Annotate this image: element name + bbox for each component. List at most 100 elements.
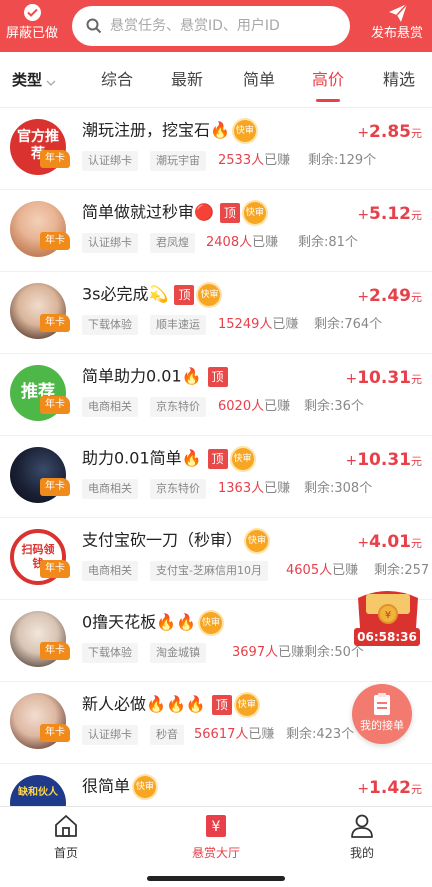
task-tag: 君凤煌 xyxy=(150,233,195,253)
task-tag: 支付宝-芝麻信用10月 xyxy=(150,561,268,581)
block-done-button[interactable]: 屏蔽已做 xyxy=(0,0,64,52)
top-badge: 顶 xyxy=(219,202,240,223)
home-icon xyxy=(53,813,79,839)
remaining-count: 剩余:81个 xyxy=(298,235,358,250)
red-packet-icon: ¥ xyxy=(358,591,418,628)
reward-price: +2.49元 xyxy=(357,286,422,306)
top-badge: 顶 xyxy=(207,448,228,469)
publish-reward-button[interactable]: 发布悬赏 xyxy=(362,0,432,52)
fast-review-badge: 快审 xyxy=(246,529,269,552)
year-card-badge: 年卡 xyxy=(40,478,70,496)
svg-text:¥: ¥ xyxy=(212,819,221,835)
avatar-text: 缺和伙人 xyxy=(18,787,58,798)
remaining-count: 剩余:764个 xyxy=(314,317,383,332)
earned-count: 4605人已赚 xyxy=(286,563,359,578)
clipboard-icon xyxy=(372,692,392,720)
tab-high-price[interactable]: 高价 xyxy=(311,69,345,91)
year-card-badge: 年卡 xyxy=(40,150,70,168)
reward-price: +1.42元 xyxy=(357,778,422,798)
year-card-badge: 年卡 xyxy=(40,396,70,414)
earned-count: 15249人已赚 xyxy=(218,317,299,332)
fast-review-badge: 快审 xyxy=(233,119,256,142)
tab-comprehensive[interactable]: 综合 xyxy=(100,69,134,91)
task-tag: 电商相关 xyxy=(82,397,138,417)
app-page: 屏蔽已做 悬赏任务、悬赏ID、用户ID 发布悬赏 类型 综合 最新 简单 高价 … xyxy=(0,0,432,887)
task-item[interactable]: 官方推荐 年卡 潮玩注册，挖宝石🔥 快审 认证绑卡 潮玩宇宙 2533人已赚 剩余… xyxy=(0,108,432,190)
remaining-count: 剩余:257 xyxy=(374,563,430,578)
tab-simple[interactable]: 简单 xyxy=(242,69,276,91)
task-item[interactable]: 缺和伙人 很简单 快审 +1.42元 xyxy=(0,764,432,806)
nav-home[interactable]: 首页 xyxy=(26,813,106,861)
fast-review-badge: 快审 xyxy=(243,201,266,224)
type-filter-dropdown[interactable]: 类型 xyxy=(12,70,56,91)
task-tag: 下载体验 xyxy=(82,315,138,335)
chevron-down-icon xyxy=(46,71,56,91)
nav-mine[interactable]: 我的 xyxy=(322,813,402,861)
task-tag: 京东特价 xyxy=(150,397,206,417)
task-item[interactable]: 年卡 3s必完成💫 顶快审 下载体验 顺丰速运 15249人已赚 剩余:764个 … xyxy=(0,272,432,354)
task-title: 潮玩注册，挖宝石🔥 快审 xyxy=(82,119,256,142)
task-tag: 顺丰速运 xyxy=(150,315,206,335)
earned-count: 1363人已赚 xyxy=(218,481,291,496)
year-card-badge: 年卡 xyxy=(40,560,70,578)
reward-price: +5.12元 xyxy=(357,204,422,224)
my-orders-button[interactable]: 我的接单 xyxy=(352,684,412,744)
avatar: 缺和伙人 xyxy=(10,775,66,806)
nav-reward-hall[interactable]: ¥ 悬赏大厅 xyxy=(176,813,256,861)
year-card-badge: 年卡 xyxy=(40,232,70,250)
fast-review-badge: 快审 xyxy=(134,775,157,798)
home-indicator xyxy=(147,876,285,881)
task-tag: 下载体验 xyxy=(82,643,138,663)
search-placeholder: 悬赏任务、悬赏ID、用户ID xyxy=(110,18,280,34)
paper-plane-icon xyxy=(388,3,408,27)
remaining-count: 剩余:308个 xyxy=(304,481,373,496)
countdown-timer: 06:58:36 xyxy=(354,628,420,646)
fast-review-badge: 快审 xyxy=(231,447,254,470)
task-tag: 电商相关 xyxy=(82,479,138,499)
task-item[interactable]: 推荐 年卡 简单助力0.01🔥 顶 电商相关 京东特价 6020人已赚 剩余:36… xyxy=(0,354,432,436)
task-title: 简单助力0.01🔥 顶 xyxy=(82,365,228,388)
bottom-nav: 首页 ¥ 悬赏大厅 我的 xyxy=(0,806,432,887)
nav-mine-label: 我的 xyxy=(349,846,374,860)
year-card-badge: 年卡 xyxy=(40,314,70,332)
task-title: 3s必完成💫 顶快审 xyxy=(82,283,221,306)
filter-tabs: 类型 综合 最新 简单 高价 精选 xyxy=(0,52,432,108)
task-title: 助力0.01简单🔥 顶快审 xyxy=(82,447,254,470)
remaining-count: 剩余:423个 xyxy=(286,727,355,742)
profile-icon xyxy=(349,813,375,839)
reward-price: +10.31元 xyxy=(345,368,422,388)
earned-count: 2408人已赚 xyxy=(206,235,279,250)
fast-review-badge: 快审 xyxy=(200,611,223,634)
task-title: 简单做就过秒审🔴 顶快审 xyxy=(82,201,266,224)
task-title: 新人必做🔥🔥🔥 顶快审 xyxy=(82,693,258,716)
my-orders-label: 我的接单 xyxy=(360,719,404,732)
task-item[interactable]: 年卡 助力0.01简单🔥 顶快审 电商相关 京东特价 1363人已赚 剩余:308… xyxy=(0,436,432,518)
task-tag: 认证绑卡 xyxy=(82,725,138,745)
search-input[interactable]: 悬赏任务、悬赏ID、用户ID xyxy=(72,6,350,46)
block-done-label: 屏蔽已做 xyxy=(5,26,58,41)
fast-review-badge: 快审 xyxy=(235,693,258,716)
task-title: 很简单 快审 xyxy=(82,775,157,798)
tab-featured[interactable]: 精选 xyxy=(382,69,416,91)
top-header: 屏蔽已做 悬赏任务、悬赏ID、用户ID 发布悬赏 xyxy=(0,0,432,52)
reward-price: +2.85元 xyxy=(357,122,422,142)
fast-review-badge: 快审 xyxy=(198,283,221,306)
active-tab-indicator xyxy=(316,99,340,102)
task-title: 支付宝砍一刀（秒审） 快审 xyxy=(82,529,269,552)
reward-price: +4.01元 xyxy=(357,532,422,552)
task-tag: 认证绑卡 xyxy=(82,151,138,171)
check-icon xyxy=(24,4,41,21)
earned-count: 3697人已赚 xyxy=(232,645,305,660)
tab-newest[interactable]: 最新 xyxy=(170,69,204,91)
task-title: 0撸天花板🔥🔥 快审 xyxy=(82,611,223,634)
year-card-badge: 年卡 xyxy=(40,724,70,742)
nav-home-label: 首页 xyxy=(53,846,78,860)
svg-text:¥: ¥ xyxy=(385,610,391,621)
task-tag: 认证绑卡 xyxy=(82,233,138,253)
task-tag: 淘金城镇 xyxy=(150,643,206,663)
type-filter-label: 类型 xyxy=(12,71,43,89)
year-card-badge: 年卡 xyxy=(40,642,70,660)
task-item[interactable]: 年卡 简单做就过秒审🔴 顶快审 认证绑卡 君凤煌 2408人已赚 剩余:81个 +… xyxy=(0,190,432,272)
top-badge: 顶 xyxy=(174,284,195,305)
reward-hall-icon: ¥ xyxy=(203,813,229,839)
